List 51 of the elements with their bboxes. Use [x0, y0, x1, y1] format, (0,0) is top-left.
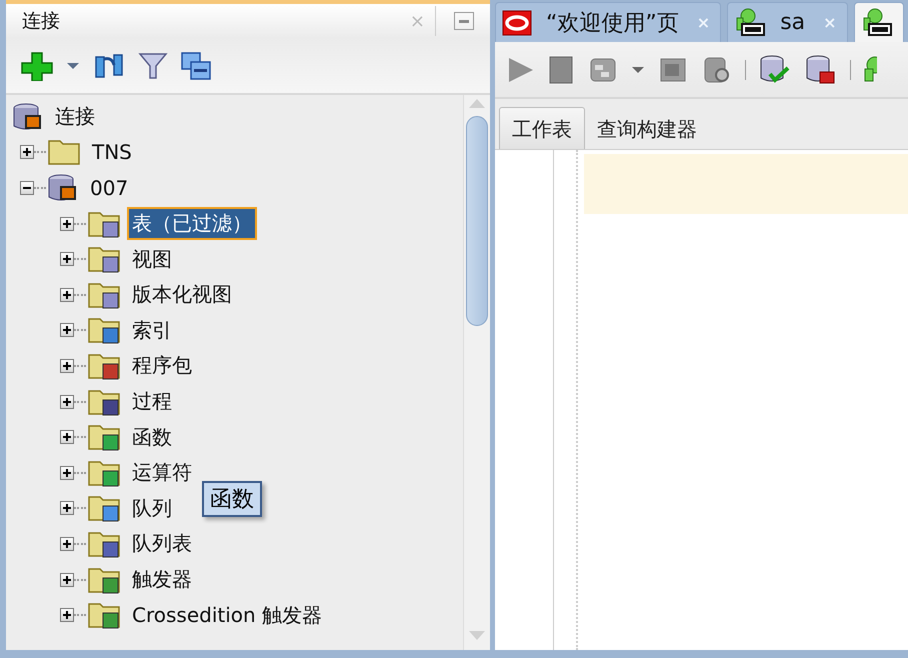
- collapse-icon[interactable]: [180, 50, 212, 80]
- caret-icon[interactable]: [66, 62, 80, 70]
- database-check-icon[interactable]: [758, 54, 792, 86]
- expand-toggle[interactable]: [60, 323, 74, 338]
- expand-toggle[interactable]: [20, 180, 34, 195]
- editor-tab[interactable]: “欢迎使用”页 ×: [495, 2, 722, 42]
- scroll-thumb[interactable]: [466, 116, 488, 326]
- editor-tab[interactable]: sa ×: [727, 2, 848, 42]
- filter-icon[interactable]: [138, 50, 168, 80]
- expand-toggle[interactable]: [60, 288, 74, 302]
- expand-toggle[interactable]: [60, 358, 74, 373]
- expand-toggle[interactable]: [60, 608, 74, 622]
- tree-item[interactable]: 视图: [127, 242, 177, 276]
- expand-toggle[interactable]: [60, 536, 74, 551]
- connections-icon: [12, 102, 44, 132]
- tooltip: 函数: [202, 481, 262, 517]
- scrollbar[interactable]: [463, 95, 490, 650]
- tree-item[interactable]: 索引: [127, 314, 177, 347]
- expand-toggle[interactable]: [60, 501, 74, 516]
- tree-item[interactable]: Crossedition 触发器: [127, 598, 328, 632]
- caret-icon[interactable]: [631, 66, 645, 74]
- expand-toggle[interactable]: [60, 466, 74, 480]
- tree-item[interactable]: 触发器: [127, 563, 197, 596]
- expand-toggle[interactable]: [60, 572, 74, 587]
- minimize-button[interactable]: [454, 12, 474, 30]
- tree-item[interactable]: 队列: [127, 492, 177, 525]
- sql-worksheet-icon: [860, 8, 893, 38]
- database-icon: [47, 172, 79, 203]
- tree-item[interactable]: TNS: [87, 137, 137, 168]
- expand-toggle[interactable]: [60, 430, 74, 444]
- tree-item[interactable]: 过程: [127, 385, 177, 418]
- sql-worksheet-icon: [734, 8, 766, 38]
- add-icon[interactable]: [20, 50, 54, 80]
- sub-tab[interactable]: 工作表: [499, 107, 585, 149]
- tree-item[interactable]: 连接: [50, 100, 100, 134]
- editor-tab[interactable]: [854, 2, 904, 42]
- expand-toggle[interactable]: [60, 216, 74, 231]
- expand-toggle[interactable]: [60, 394, 74, 409]
- tree-item[interactable]: 队列表: [127, 527, 197, 560]
- tree-item[interactable]: 运算符: [127, 456, 197, 490]
- expand-toggle[interactable]: [60, 252, 74, 266]
- tree-item[interactable]: 007: [85, 172, 134, 203]
- panel-title: 连接: [22, 9, 61, 34]
- expand-toggle[interactable]: [20, 145, 34, 160]
- tree-item[interactable]: 函数: [127, 420, 177, 454]
- logo-icon: [502, 10, 532, 36]
- tree-item[interactable]: 表（已过滤）: [127, 207, 257, 240]
- document-icon[interactable]: [547, 54, 575, 84]
- tree-item[interactable]: 版本化视图: [127, 278, 237, 312]
- tree-item[interactable]: 程序包: [127, 349, 197, 382]
- sub-tab[interactable]: 查询构建器: [585, 108, 709, 149]
